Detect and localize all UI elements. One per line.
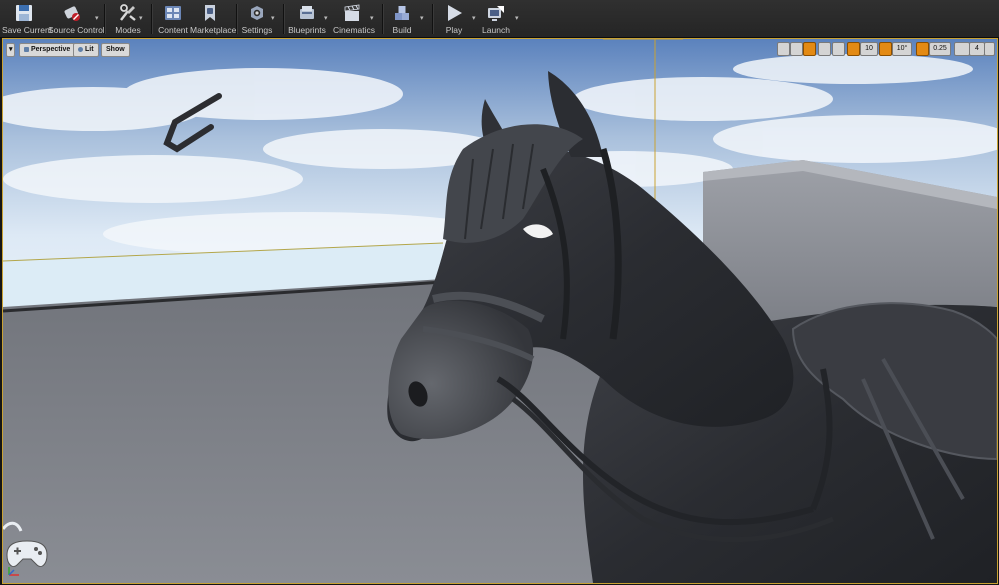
scale-snap-value[interactable]: 0.25 [929,42,951,56]
content-browser-icon [165,6,181,20]
cinematics-dropdown-arrow[interactable]: ▾ [370,14,377,22]
marketplace-button[interactable]: Marketplace [190,1,237,36]
build-icon [395,6,409,20]
launch-button[interactable]: Launch [481,1,511,36]
blueprints-button[interactable]: Blueprints [288,1,326,36]
perspective-label: Perspective [31,46,71,53]
toolbar-separator [382,4,384,34]
launch-dropdown-arrow[interactable]: ▾ [515,14,522,22]
settings-label: Settings [241,25,273,35]
modes-label: Modes [115,25,141,35]
blueprints-label: Blueprints [288,25,326,35]
main-toolbar: Save Current Source Control ▾ Modes ▾ Co… [0,0,999,38]
marketplace-icon [205,5,215,21]
toolbar-separator [104,4,106,34]
build-button[interactable]: Build [388,1,416,36]
modes-dropdown-arrow[interactable]: ▾ [139,14,146,22]
toolbar-separator [236,4,238,34]
source-control-label: Source Control [48,25,105,35]
toolbar-separator [283,4,285,34]
cinematics-label: Cinematics [333,25,376,35]
translate-mode-icon[interactable] [777,42,790,56]
camera-speed-icon[interactable] [954,42,970,56]
source-control-icon [64,6,80,21]
settings-dropdown-arrow[interactable]: ▾ [271,14,278,22]
modes-tools-icon [120,4,136,21]
toolbar-separator [151,4,153,34]
rotation-snap-value[interactable]: 10° [892,42,912,56]
build-label: Build [392,25,412,35]
show-button[interactable]: Show [101,43,130,57]
gamepad-icon [3,521,48,576]
settings-button[interactable]: Settings [241,1,273,36]
lit-sphere-icon [78,46,83,52]
coordinate-system-icon[interactable] [818,42,831,56]
viewport-options-button[interactable]: ▾ [6,43,15,57]
blueprints-icon [300,6,314,19]
cinematics-clapper-icon [344,4,360,21]
marketplace-label: Marketplace [190,25,237,35]
source-control-button[interactable]: Source Control [48,1,105,36]
toolbar-separator [432,4,434,34]
cinematics-button[interactable]: Cinematics [333,1,376,36]
launch-label: Launch [482,25,510,35]
rotation-snap-icon[interactable] [879,42,892,56]
launch-icon [488,6,504,21]
save-icon [16,5,32,21]
play-dropdown-arrow[interactable]: ▾ [472,14,479,22]
play-label: Play [445,25,463,35]
source-control-dropdown-arrow[interactable]: ▾ [95,14,102,22]
scale-snap-icon[interactable] [916,42,929,56]
perspective-icon [24,46,29,52]
surface-snapping-icon[interactable] [832,42,845,56]
lit-button[interactable]: Lit [73,43,99,57]
play-button[interactable]: Play [440,1,468,36]
content-label: Content [158,25,188,35]
maximize-viewport-icon[interactable] [984,42,995,56]
show-label: Show [106,46,125,53]
level-viewport[interactable]: ▾ Perspective Lit Show 10 10° 0.25 4 [2,38,998,584]
viewport-scene [3,39,997,583]
lit-label: Lit [85,46,94,53]
rotate-mode-icon[interactable] [790,42,803,56]
build-dropdown-arrow[interactable]: ▾ [420,14,427,22]
grid-snap-icon[interactable] [847,42,860,56]
settings-icon [251,6,263,20]
content-button[interactable]: Content [157,1,189,36]
save-current-button[interactable]: Save Current [2,1,53,36]
blueprints-dropdown-arrow[interactable]: ▾ [324,14,331,22]
scale-mode-icon[interactable] [803,42,816,56]
camera-speed-value[interactable]: 4 [969,42,985,56]
perspective-button[interactable]: Perspective [19,43,76,57]
grid-snap-value[interactable]: 10 [860,42,878,56]
save-current-label: Save Current [2,25,53,35]
play-icon [448,5,462,21]
